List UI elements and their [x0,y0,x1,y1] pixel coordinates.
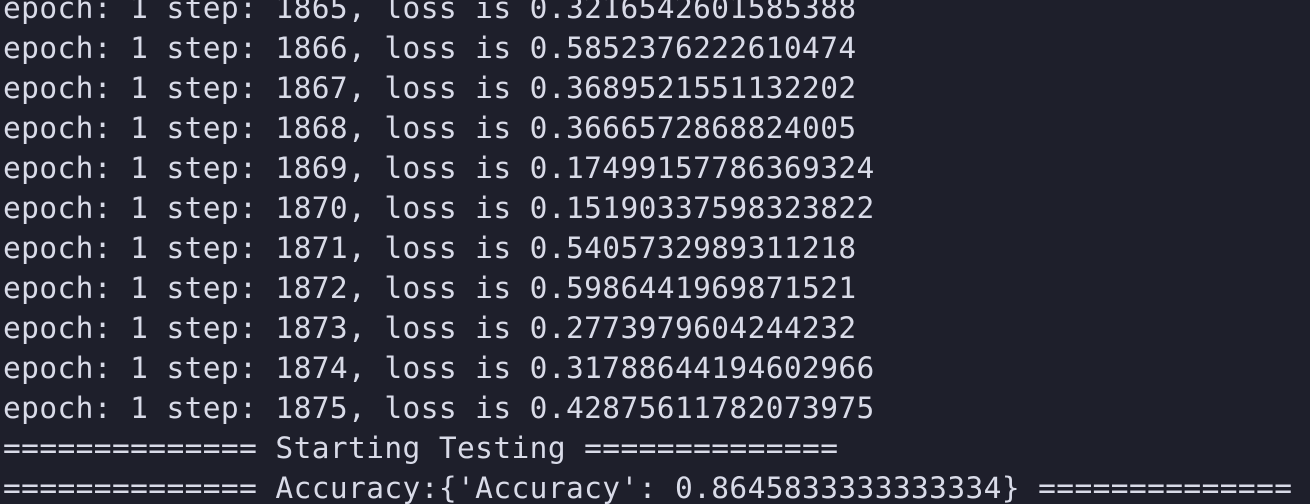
testing-banner-line: ============== Starting Testing ========… [3,431,839,465]
log-line: epoch: 1 step: 1872, loss is 0.598644196… [3,271,857,305]
log-line: epoch: 1 step: 1870, loss is 0.151903375… [3,191,875,225]
terminal-window[interactable]: epoch: 1 step: 1865, loss is 0.321654260… [0,0,1310,504]
log-line: epoch: 1 step: 1869, loss is 0.174991577… [3,151,875,185]
log-line: epoch: 1 step: 1865, loss is 0.321654260… [3,0,857,25]
log-line: epoch: 1 step: 1866, loss is 0.585237622… [3,31,857,65]
log-line: epoch: 1 step: 1868, loss is 0.366657286… [3,111,857,145]
log-line: epoch: 1 step: 1871, loss is 0.540573298… [3,231,857,265]
log-line: epoch: 1 step: 1867, loss is 0.368952155… [3,71,857,105]
log-line: epoch: 1 step: 1873, loss is 0.277397960… [3,311,857,345]
terminal-output: epoch: 1 step: 1865, loss is 0.321654260… [3,0,1292,504]
log-line: epoch: 1 step: 1874, loss is 0.317886441… [3,351,875,385]
accuracy-result-line: ============== Accuracy:{'Accuracy': 0.8… [3,471,1293,504]
log-line: epoch: 1 step: 1875, loss is 0.428756117… [3,391,875,425]
